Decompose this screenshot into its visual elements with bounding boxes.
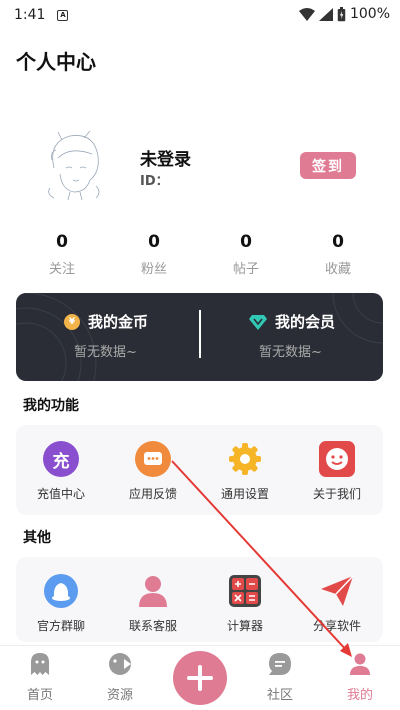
recharge-icon: 充: [43, 441, 79, 477]
sketch-avatar-icon: [48, 130, 100, 201]
stat-label: 收藏: [324, 262, 351, 277]
nav-label: 社区: [266, 688, 293, 703]
page-title: 个人中心: [16, 50, 96, 74]
nav-mine[interactable]: 我的: [330, 652, 390, 703]
wallet-coins-label: 我的金币: [88, 313, 149, 331]
about-icon: [319, 441, 355, 477]
settings-icon: [227, 441, 263, 477]
battery-level: 100%: [349, 6, 390, 22]
other-customer-service[interactable]: 联系客服: [108, 573, 198, 634]
feature-feedback[interactable]: 应用反馈: [108, 441, 198, 502]
status-time: 1:41: [14, 7, 46, 23]
stat-label: 帖子: [232, 262, 259, 277]
other-calculator[interactable]: 计算器: [200, 573, 290, 634]
wifi-icon: [298, 7, 315, 21]
share-icon: [319, 573, 355, 609]
wallet-vip[interactable]: 我的会员 暂无数据~: [201, 293, 383, 381]
add-post-button[interactable]: [173, 651, 227, 705]
feature-label: 充值中心: [36, 487, 85, 501]
username[interactable]: 未登录: [140, 145, 191, 170]
wallet-coins[interactable]: ¥ 我的金币 暂无数据~: [16, 293, 199, 381]
wallet-vip-value: 暂无数据~: [259, 345, 322, 360]
other-group-chat[interactable]: 官方群聊: [16, 573, 106, 634]
battery-icon: [337, 6, 346, 21]
feature-recharge[interactable]: 充 充值中心: [16, 441, 106, 502]
others-title: 其他: [23, 530, 51, 546]
signin-button[interactable]: 签到: [300, 152, 356, 179]
recharge-glyph: 充: [43, 441, 79, 477]
feature-about[interactable]: 关于我们: [292, 441, 382, 502]
stat-posts[interactable]: 0 帖子: [206, 232, 286, 277]
signal-icon: [318, 7, 333, 21]
feature-settings[interactable]: 通用设置: [200, 441, 290, 502]
wallet-coins-value: 暂无数据~: [74, 345, 137, 360]
nav-label: 首页: [26, 688, 53, 703]
customer-service-icon: [135, 573, 171, 609]
stat-following[interactable]: 0 关注: [22, 232, 102, 277]
stat-label: 粉丝: [140, 262, 167, 277]
wallet-card: ¥ 我的金币 暂无数据~ 我的会员 暂无数据~: [16, 293, 383, 381]
features-card: 充 充值中心 应用反馈 通用设置 关于我们: [16, 425, 383, 515]
diamond-icon: [249, 314, 267, 330]
user-icon: [350, 653, 370, 675]
notification-icon: A: [57, 9, 69, 21]
feature-label: 关于我们: [312, 487, 361, 501]
stats-row: 0 关注 0 粉丝 0 帖子 0 收藏: [0, 232, 400, 282]
nav-community[interactable]: 社区: [250, 652, 310, 703]
user-id: ID：: [140, 174, 169, 189]
stat-value: 0: [240, 232, 252, 252]
nav-label: 我的: [346, 688, 373, 703]
others-card: 官方群聊 联系客服 计算器 分享软件: [16, 557, 383, 642]
calculator-icon: [227, 573, 263, 609]
nav-label: 资源: [106, 688, 133, 703]
other-label: 联系客服: [128, 619, 177, 633]
status-indicators: 100%: [298, 6, 390, 22]
nav-home[interactable]: 首页: [10, 652, 70, 703]
chat-bubble-icon: [269, 653, 291, 675]
feature-label: 应用反馈: [128, 487, 177, 501]
stat-value: 0: [56, 232, 68, 252]
group-chat-icon: [43, 573, 79, 609]
stat-label: 关注: [48, 262, 75, 277]
ghost-icon: [31, 653, 49, 675]
avatar[interactable]: [40, 128, 108, 201]
stat-value: 0: [332, 232, 344, 252]
other-share[interactable]: 分享软件: [292, 573, 382, 634]
gamepad-icon: [109, 653, 131, 675]
nav-resources[interactable]: 资源: [90, 652, 150, 703]
wallet-vip-label: 我的会员: [275, 313, 336, 331]
other-label: 分享软件: [312, 619, 361, 633]
feedback-icon: [135, 441, 171, 477]
stat-followers[interactable]: 0 粉丝: [114, 232, 194, 277]
coin-icon: ¥: [64, 313, 80, 330]
stat-favorites[interactable]: 0 收藏: [298, 232, 378, 277]
other-label: 官方群聊: [36, 619, 85, 633]
stat-value: 0: [148, 232, 160, 252]
feature-label: 通用设置: [220, 487, 269, 501]
features-title: 我的功能: [23, 398, 79, 414]
plus-icon: [187, 665, 213, 691]
other-label: 计算器: [226, 619, 263, 633]
